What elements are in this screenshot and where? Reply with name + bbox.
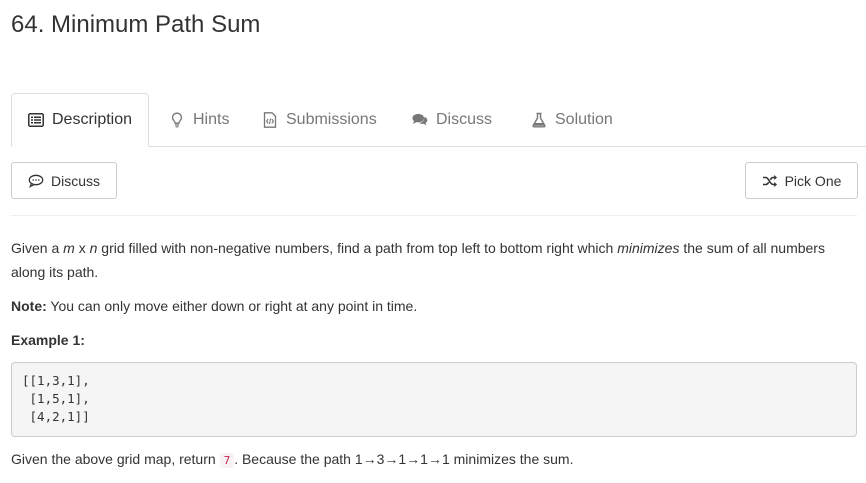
tab-label: Discuss — [436, 110, 493, 128]
shuffle-icon — [762, 174, 778, 188]
discuss-button[interactable]: Discuss — [11, 162, 117, 199]
tab-label: Submissions — [286, 110, 377, 128]
problem-tabs: Description Hints Submissions Discuss So… — [11, 93, 866, 147]
problem-description: Given a m x n grid filled with non-negat… — [11, 240, 825, 280]
inline-code: 7 — [219, 453, 235, 468]
example-code-block: [[1,3,1], [1,5,1], [4,2,1]] — [11, 362, 857, 437]
tab-label: Hints — [193, 110, 230, 128]
divider — [11, 215, 857, 216]
lightbulb-icon — [169, 112, 185, 128]
pick-one-button-label: Pick One — [784, 172, 842, 189]
comments-icon — [412, 112, 428, 128]
tab-submissions[interactable]: Submissions — [262, 93, 377, 146]
tab-hints[interactable]: Hints — [169, 93, 229, 146]
tab-discuss[interactable]: Discuss — [412, 93, 492, 146]
page-title: 64. Minimum Path Sum — [11, 11, 261, 38]
discuss-button-label: Discuss — [50, 172, 100, 189]
tab-description[interactable]: Description — [11, 93, 150, 147]
problem-note: Note: You can only move either down or r… — [11, 298, 418, 314]
tab-label: Solution — [555, 110, 613, 128]
example-heading: Example 1: — [11, 332, 85, 348]
tab-label: Description — [52, 111, 133, 128]
code-file-icon — [262, 111, 278, 128]
example-explanation: Given the above grid map, return 7. Beca… — [11, 451, 574, 468]
flask-icon — [531, 112, 547, 128]
comment-icon — [28, 174, 44, 188]
tab-solution[interactable]: Solution — [531, 93, 613, 146]
pick-one-button[interactable]: Pick One — [745, 162, 858, 199]
list-icon — [28, 112, 44, 128]
